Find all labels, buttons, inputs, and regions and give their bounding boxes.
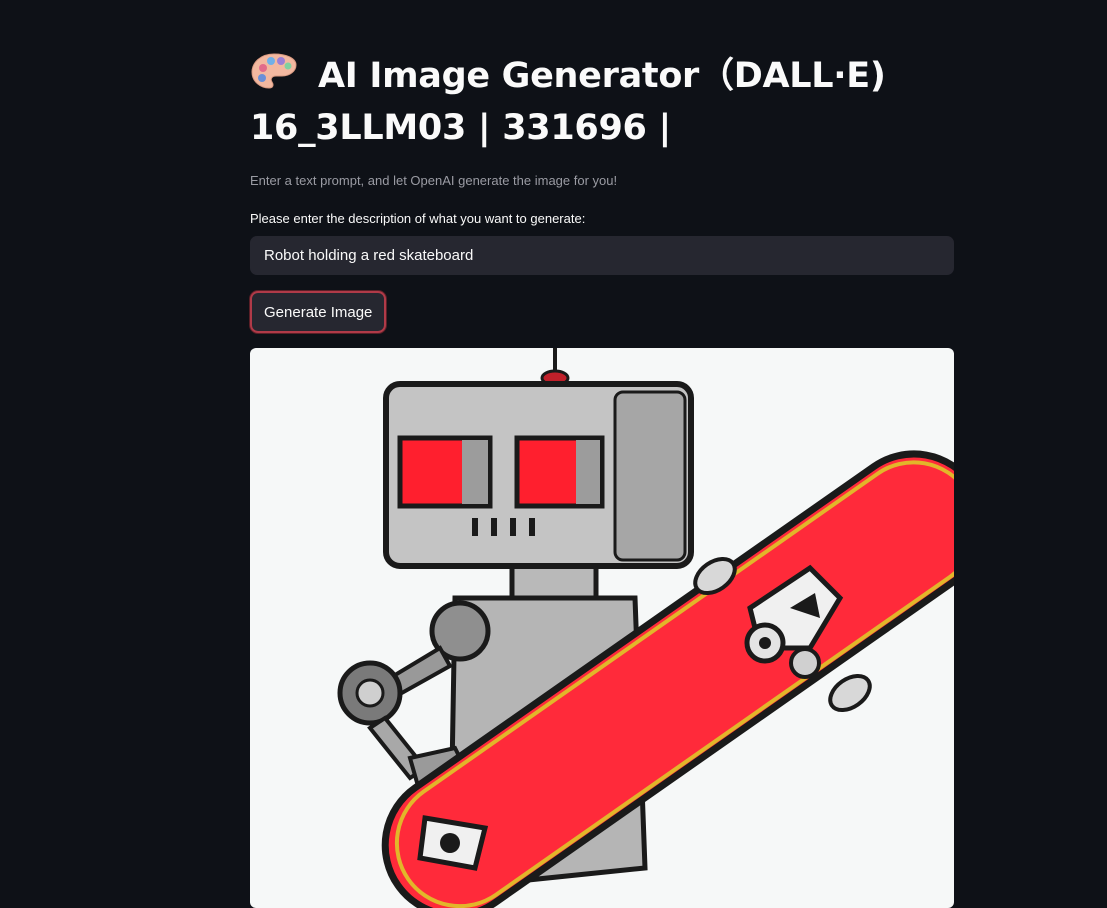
subtitle: Enter a text prompt, and let OpenAI gene… <box>250 173 618 188</box>
palette-icon <box>250 51 298 91</box>
page-title: AI Image Generator（DALL·E) 16_3LLM03 | 3… <box>250 50 954 154</box>
prompt-label: Please enter the description of what you… <box>250 211 586 226</box>
title-line-1: AI Image Generator（DALL·E) <box>318 56 886 96</box>
generated-image <box>250 348 954 908</box>
prompt-input[interactable] <box>250 236 954 275</box>
robot-skateboard-illustration <box>337 348 954 908</box>
title-line-2: 16_3LLM03 | 331696 | <box>250 108 671 148</box>
generate-image-button[interactable]: Generate Image <box>250 291 387 333</box>
